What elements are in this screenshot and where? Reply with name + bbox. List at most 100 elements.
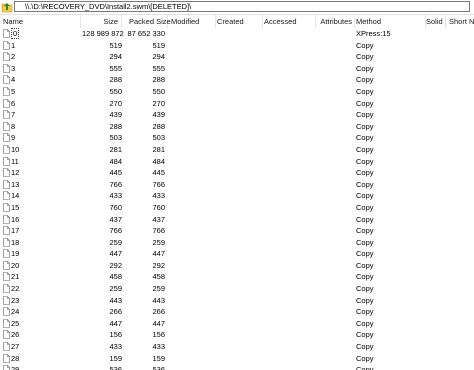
cell-size: 270 xyxy=(109,98,122,108)
cell-method: Copy xyxy=(356,191,374,201)
table-row[interactable]: 25 447 447 Copy xyxy=(0,318,474,330)
cell-name: 14 xyxy=(11,191,20,201)
table-row[interactable]: 24 266 266 Copy xyxy=(0,306,474,318)
cell-size: 439 xyxy=(109,110,122,120)
cell-size: 288 xyxy=(109,121,122,131)
file-icon xyxy=(3,364,11,370)
cell-packed-size: 87 652 330 xyxy=(127,29,165,38)
column-accessed[interactable]: Accessed xyxy=(263,15,316,28)
column-name[interactable]: Name xyxy=(3,15,81,28)
column-attributes[interactable]: Attributes xyxy=(316,15,355,28)
cell-name: 13 xyxy=(11,179,20,189)
cell-size: 443 xyxy=(109,295,122,305)
cell-method: Copy xyxy=(356,226,374,236)
table-row[interactable]: 19 447 447 Copy xyxy=(0,248,474,260)
cell-packed-size: 503 xyxy=(152,133,165,143)
cell-size: 437 xyxy=(109,214,122,224)
cell-packed-size: 433 xyxy=(152,342,165,352)
file-icon xyxy=(3,109,11,121)
cell-packed-size: 458 xyxy=(152,272,165,282)
table-row[interactable]: 17 766 766 Copy xyxy=(0,225,474,237)
file-icon xyxy=(3,237,11,249)
cell-name: 27 xyxy=(11,342,20,352)
file-icon xyxy=(3,121,11,133)
cell-name: 28 xyxy=(11,353,20,363)
table-row[interactable]: 22 259 259 Copy xyxy=(0,283,474,295)
cell-size: 766 xyxy=(109,226,122,236)
cell-name: 26 xyxy=(11,330,20,340)
cell-name: 15 xyxy=(11,202,20,212)
column-header: Name Size Packed Size Modified Created A… xyxy=(0,15,474,28)
table-row[interactable]: 10 281 281 Copy xyxy=(0,144,474,156)
cell-packed-size: 519 xyxy=(152,40,165,50)
table-row[interactable]: 21 458 458 Copy xyxy=(0,271,474,283)
cell-packed-size: 281 xyxy=(152,144,165,154)
cell-name: 10 xyxy=(11,144,20,154)
table-row[interactable]: 20 292 292 Copy xyxy=(0,260,474,272)
table-row[interactable]: 23 443 443 Copy xyxy=(0,295,474,307)
cell-name: 22 xyxy=(11,284,20,294)
table-row[interactable]: 26 156 156 Copy xyxy=(0,329,474,341)
column-created[interactable]: Created xyxy=(216,15,263,28)
cell-size: 760 xyxy=(109,202,122,212)
table-row[interactable]: 4 288 288 Copy xyxy=(0,74,474,86)
cell-packed-size: 439 xyxy=(152,110,165,120)
cell-method: Copy xyxy=(356,63,374,73)
folder-up-icon[interactable] xyxy=(1,1,13,13)
cell-name: 23 xyxy=(11,295,20,305)
table-row[interactable]: 9 503 503 Copy xyxy=(0,132,474,144)
table-row[interactable]: 12 445 445 Copy xyxy=(0,167,474,179)
cell-method: Copy xyxy=(356,365,374,370)
cell-size: 128 989 872 xyxy=(82,29,124,38)
file-manager-window: \\.\D:\RECOVERY_DVD\Install2.swm\[DELETE… xyxy=(0,0,474,370)
cell-method: Copy xyxy=(356,318,374,328)
table-row[interactable]: 5 550 550 Copy xyxy=(0,86,474,98)
table-row[interactable]: 7 439 439 Copy xyxy=(0,109,474,121)
column-modified[interactable]: Modified xyxy=(168,15,216,28)
cell-size: 484 xyxy=(109,156,122,166)
cell-method: Copy xyxy=(356,121,374,131)
cell-packed-size: 259 xyxy=(152,284,165,294)
cell-packed-size: 447 xyxy=(152,318,165,328)
cell-packed-size: 760 xyxy=(152,202,165,212)
table-row[interactable]: 27 433 433 Copy xyxy=(0,341,474,353)
cell-method: Copy xyxy=(356,168,374,178)
cell-packed-size: 437 xyxy=(152,214,165,224)
column-method[interactable]: Method xyxy=(355,15,426,28)
table-row[interactable]: 28 159 159 Copy xyxy=(0,353,474,365)
cell-size: 156 xyxy=(109,330,122,340)
file-icon xyxy=(3,190,11,202)
cell-packed-size: 447 xyxy=(152,249,165,259)
cell-name: 0 xyxy=(11,28,20,39)
file-icon xyxy=(3,295,11,307)
cell-name: 3 xyxy=(11,63,16,73)
table-row[interactable]: 8 288 288 Copy xyxy=(0,121,474,133)
table-row[interactable]: 3 555 555 Copy xyxy=(0,63,474,75)
column-size[interactable]: Size xyxy=(81,15,122,28)
cell-name: 1 xyxy=(11,40,16,50)
path-input[interactable]: \\.\D:\RECOVERY_DVD\Install2.swm\[DELETE… xyxy=(14,1,470,12)
table-row[interactable]: 6 270 270 Copy xyxy=(0,98,474,110)
column-short-name[interactable]: Short N xyxy=(446,15,474,28)
file-icon xyxy=(3,98,11,110)
table-row[interactable]: 11 484 484 Copy xyxy=(0,156,474,168)
table-row[interactable]: 2 294 294 Copy xyxy=(0,51,474,63)
cell-method: Copy xyxy=(356,98,374,108)
table-row[interactable]: 1 519 519 Copy xyxy=(0,40,474,52)
cell-name: 12 xyxy=(11,168,20,178)
table-row[interactable]: 13 766 766 Copy xyxy=(0,179,474,191)
column-packed-size[interactable]: Packed Size xyxy=(126,15,171,28)
table-row[interactable]: 16 437 437 Copy xyxy=(0,214,474,226)
cell-size: 259 xyxy=(109,237,122,247)
cell-packed-size: 288 xyxy=(152,121,165,131)
table-row[interactable]: 15 760 760 Copy xyxy=(0,202,474,214)
file-icon xyxy=(3,179,11,191)
table-row[interactable]: 29 536 536 Copy xyxy=(0,364,474,370)
file-icon xyxy=(3,51,11,63)
cell-method: XPress:15 xyxy=(356,29,391,38)
cell-method: Copy xyxy=(356,133,374,143)
column-solid[interactable]: Solid xyxy=(426,15,446,28)
table-row[interactable]: 14 433 433 Copy xyxy=(0,190,474,202)
table-row[interactable]: 0 128 989 872 87 652 330 XPress:15 xyxy=(0,28,474,40)
table-row[interactable]: 18 259 259 Copy xyxy=(0,237,474,249)
